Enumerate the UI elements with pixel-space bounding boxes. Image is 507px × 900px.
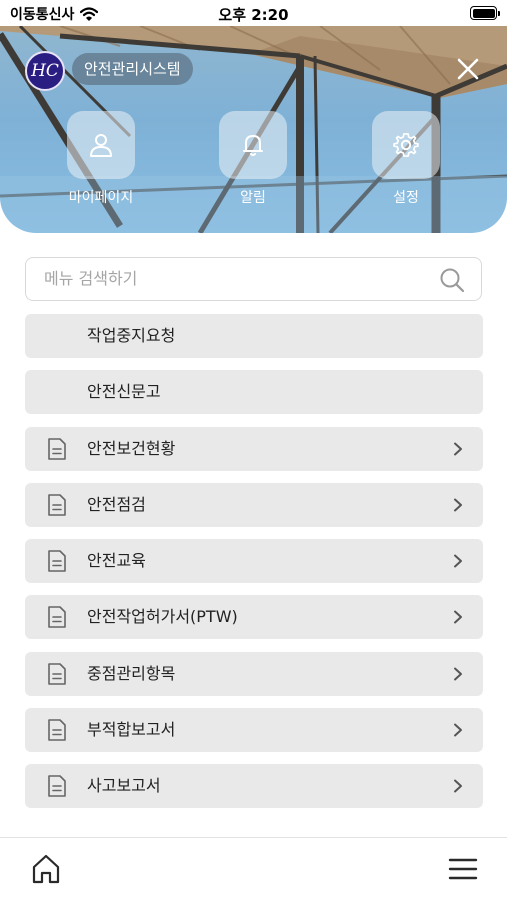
- status-time: 오후 2:20: [218, 6, 289, 24]
- menu-search[interactable]: [25, 257, 482, 301]
- status-bar: 이동통신사 오후 2:20: [0, 0, 507, 26]
- battery-icon: [470, 6, 500, 20]
- menu-item-safety-health-status[interactable]: 안전보건현황: [25, 426, 483, 471]
- chevron-right-icon: [454, 442, 462, 456]
- chevron-right-icon: [454, 667, 462, 681]
- chevron-right-icon: [454, 498, 462, 512]
- document-icon: [48, 775, 66, 798]
- menu-item-safety-inspection[interactable]: 안전점검: [25, 482, 483, 527]
- menu-item-label: 안전작업허가서(PTW): [87, 607, 238, 627]
- document-icon: [48, 550, 66, 572]
- close-icon[interactable]: [453, 54, 483, 84]
- search-input[interactable]: [44, 258, 434, 299]
- user-icon: [90, 134, 112, 157]
- document-icon: [48, 606, 66, 629]
- menu-item-label: 작업중지요청: [87, 326, 176, 345]
- gear-icon: [393, 133, 419, 157]
- menu-item-work-permit-ptw[interactable]: 안전작업허가서(PTW): [25, 595, 483, 640]
- menu-list: 작업중지요청 안전신문고 안전보건현황 안전점검 안전교육 안전작업허가서(PT…: [25, 314, 483, 821]
- mypage-label: 마이페이지: [68, 190, 134, 206]
- document-icon: [48, 437, 66, 460]
- chevron-right-icon: [454, 554, 462, 568]
- menu-item-label: 부적합보고서: [87, 720, 176, 740]
- menu-item-label: 안전교육: [87, 551, 146, 571]
- chevron-right-icon: [454, 610, 462, 624]
- settings-icon-box[interactable]: [372, 111, 440, 179]
- menu-item-label: 안전점검: [87, 494, 146, 514]
- menu-item-nonconformance-report[interactable]: 부적합보고서: [25, 708, 483, 753]
- company-logo: HC: [25, 51, 65, 91]
- document-icon: [48, 662, 66, 685]
- hamburger-menu-icon[interactable]: [447, 855, 479, 883]
- menu-item-label: 안전신문고: [87, 382, 161, 402]
- notifications-label: 알림: [240, 190, 266, 206]
- document-icon: [48, 719, 66, 741]
- chevron-right-icon: [454, 723, 462, 737]
- mypage-button[interactable]: 마이페이지: [56, 111, 146, 207]
- notifications-button[interactable]: 알림: [208, 111, 298, 207]
- menu-item-label: 안전보건현황: [87, 438, 176, 458]
- notifications-icon-box[interactable]: [219, 111, 287, 179]
- chevron-right-icon: [454, 779, 462, 793]
- menu-item-accident-report[interactable]: 사고보고서: [25, 764, 483, 809]
- header-banner: HC 안전관리시스템 마이페이지 알림 설정: [0, 26, 507, 233]
- settings-button[interactable]: 설정: [361, 111, 451, 207]
- settings-label: 설정: [393, 190, 419, 206]
- search-icon[interactable]: [439, 267, 465, 293]
- bell-icon: [243, 135, 263, 156]
- bottom-nav-bar: [0, 837, 507, 900]
- menu-item-safety-education[interactable]: 안전교육: [25, 539, 483, 584]
- app-title: 안전관리시스템: [72, 53, 193, 85]
- menu-item-key-management[interactable]: 중점관리항목: [25, 651, 483, 696]
- menu-item-safety-report[interactable]: 안전신문고: [25, 370, 483, 415]
- home-icon[interactable]: [30, 853, 62, 885]
- mypage-icon-box[interactable]: [67, 111, 135, 179]
- menu-item-label: 중점관리항목: [87, 663, 176, 683]
- document-icon: [48, 494, 66, 516]
- menu-item-label: 사고보고서: [87, 776, 161, 796]
- menu-item-work-stop-request[interactable]: 작업중지요청: [25, 314, 483, 358]
